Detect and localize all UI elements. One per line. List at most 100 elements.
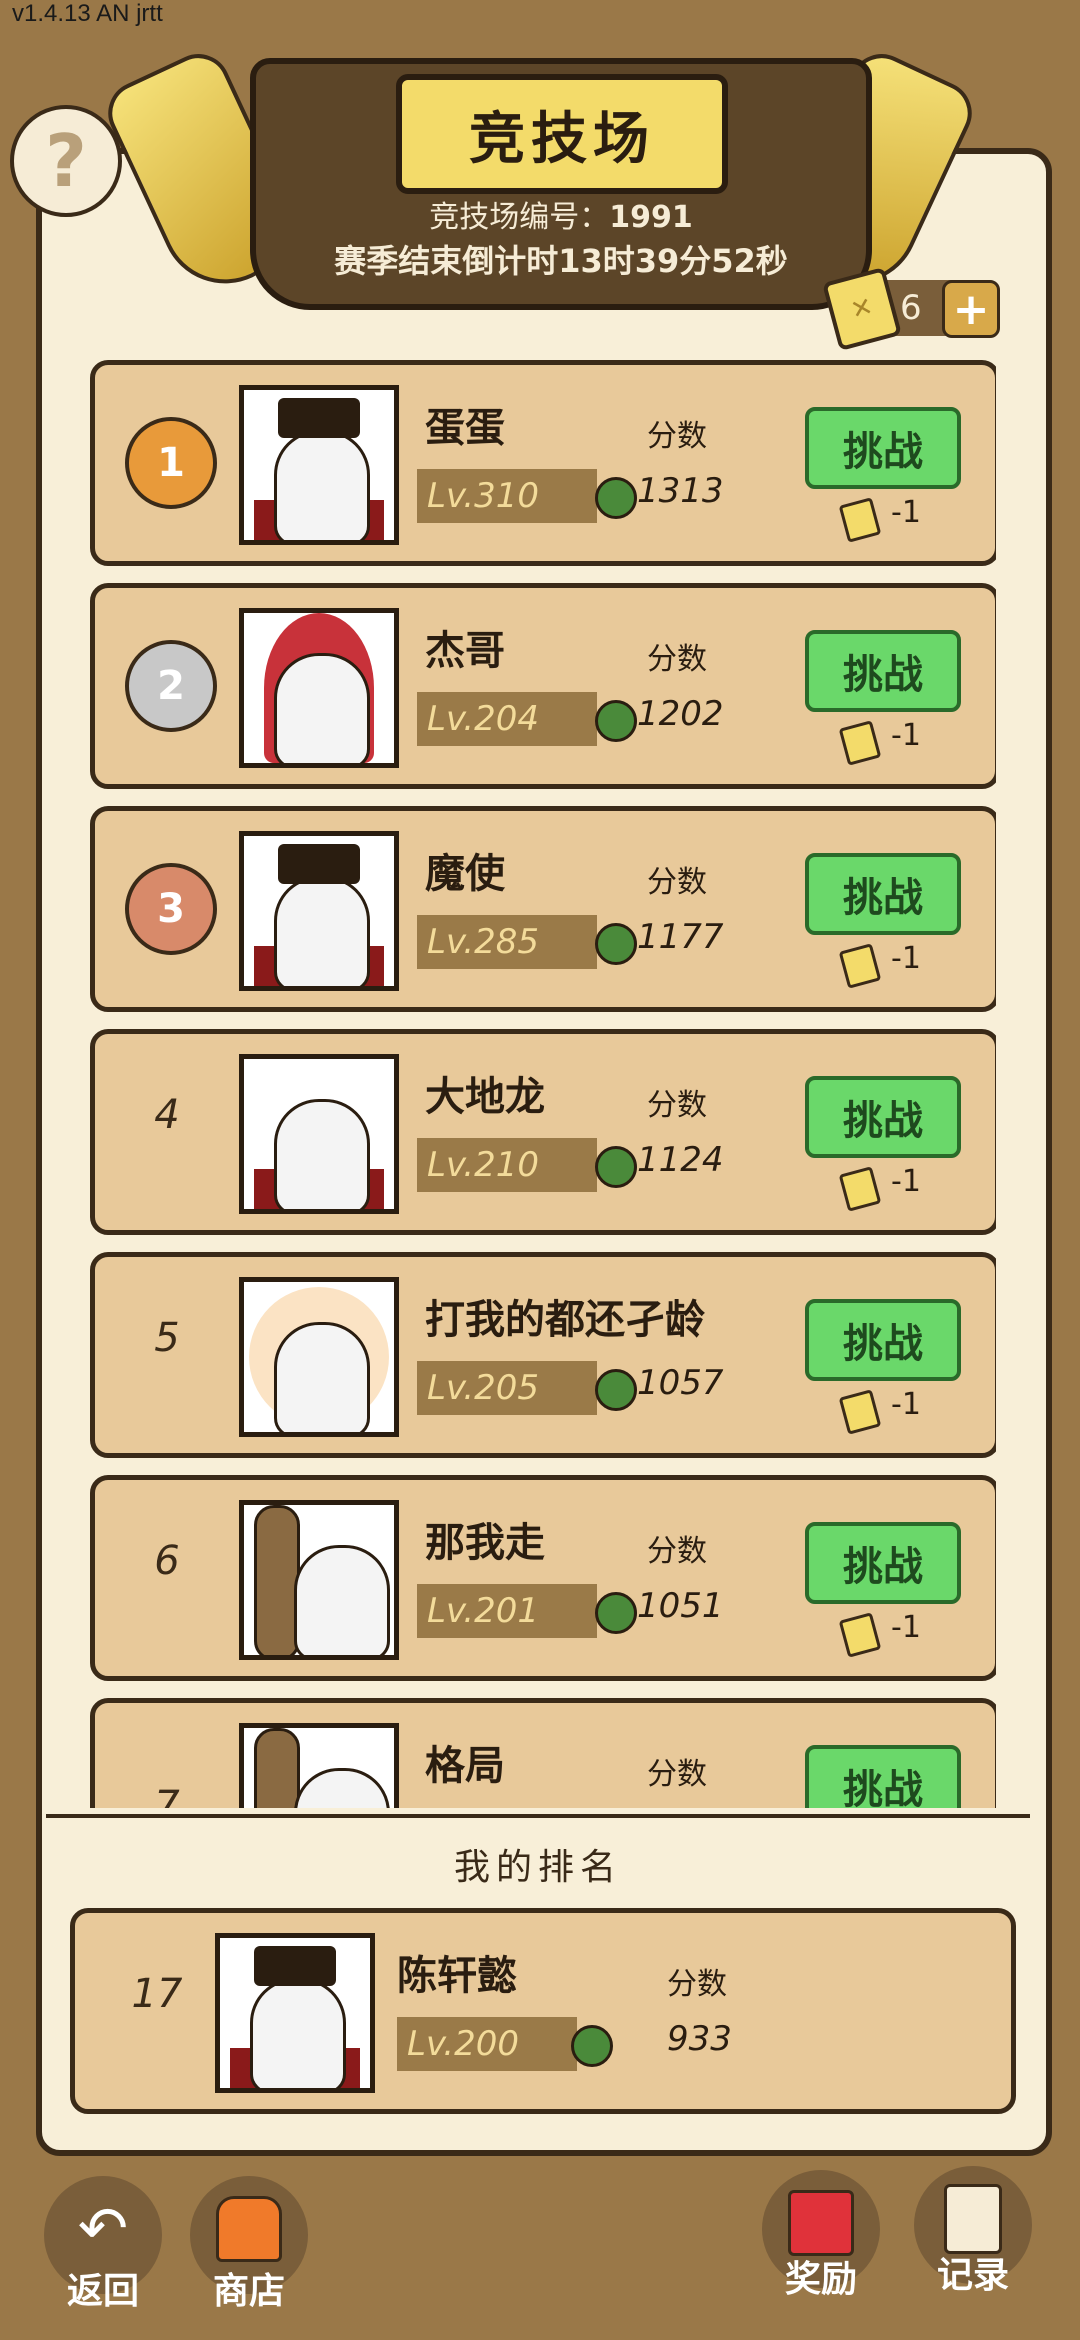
- coin-icon: [595, 1592, 637, 1634]
- gold-medal-icon: 1: [125, 417, 217, 509]
- ticket-cost: -1: [891, 718, 921, 753]
- silver-medal-icon: 2: [125, 640, 217, 732]
- avatar: [239, 831, 399, 991]
- clipboard-icon: [938, 2184, 1008, 2254]
- player-name: 大地龙: [425, 1074, 545, 1120]
- back-label: 返回: [66, 2271, 139, 2312]
- back-button[interactable]: ↶ 返回: [44, 2176, 162, 2312]
- avatar: [239, 385, 399, 545]
- record-label: 记录: [936, 2255, 1009, 2296]
- season-countdown: 赛季结束倒计时13时39分52秒: [334, 242, 788, 280]
- ranking-list[interactable]: 1 蛋蛋 Lv.310 分数 1313 挑战 -1 2 杰哥 Lv.204 分数…: [90, 360, 996, 1808]
- shop-button[interactable]: 商店: [190, 2176, 308, 2312]
- ticket-cost: -1: [891, 941, 921, 976]
- challenge-button[interactable]: 挑战: [805, 1745, 961, 1808]
- ticket-icon: [838, 1612, 882, 1658]
- avatar: [239, 1054, 399, 1214]
- ticket-icon: [838, 497, 882, 543]
- challenge-button[interactable]: 挑战: [805, 1299, 961, 1381]
- avatar: [215, 1933, 375, 2093]
- coin-icon: [595, 923, 637, 965]
- challenge-button[interactable]: 挑战: [805, 407, 961, 489]
- score-label: 分数: [667, 1967, 727, 2002]
- player-level: Lv.200: [397, 2017, 577, 2071]
- player-level: Lv.201: [417, 1584, 597, 1638]
- rank-number: 6: [154, 1538, 180, 1584]
- player-score: 1051: [637, 1586, 724, 1626]
- player-name: 打我的都还孑龄: [425, 1297, 705, 1343]
- player-name: 杰哥: [425, 628, 505, 674]
- help-button[interactable]: ?: [10, 105, 122, 217]
- score-label: 分数: [647, 1757, 707, 1792]
- my-ranking-title: 我的排名: [453, 1847, 622, 1888]
- avatar: [239, 608, 399, 768]
- ranking-row: 6 那我走 Lv.201 分数 1051 挑战 -1: [90, 1475, 996, 1681]
- ticket-cost: -1: [891, 495, 921, 530]
- ticket-cost: -1: [891, 1610, 921, 1645]
- ticket-counter: ✕ 6 +: [822, 266, 1000, 352]
- player-level: Lv.285: [417, 915, 597, 969]
- my-ranking-row: 17 陈轩懿 Lv.200 分数 933: [70, 1908, 1016, 2114]
- ticket-icon: [838, 943, 882, 989]
- reward-button[interactable]: 奖励: [762, 2170, 880, 2300]
- ticket-cost: -1: [891, 1387, 921, 1422]
- back-arrow-icon: ↶: [77, 2194, 129, 2264]
- player-score: 1313: [637, 471, 724, 511]
- challenge-button[interactable]: 挑战: [805, 853, 961, 935]
- player-score: 933: [667, 2019, 732, 2059]
- challenge-button[interactable]: 挑战: [805, 1522, 961, 1604]
- player-name: 格局: [425, 1743, 505, 1789]
- ticket-icon: [838, 720, 882, 766]
- arena-id-value: 1991: [609, 200, 693, 235]
- coin-icon: [571, 2025, 613, 2067]
- page-title: 竞技场: [396, 74, 728, 194]
- version-label: v1.4.13 AN jrtt: [12, 0, 163, 27]
- avatar: [239, 1723, 399, 1808]
- help-icon: ?: [45, 119, 87, 203]
- add-tickets-button[interactable]: +: [942, 280, 1000, 338]
- coin-icon: [595, 700, 637, 742]
- rank-number: 7: [154, 1783, 180, 1808]
- player-score: 1057: [637, 1363, 724, 1403]
- gift-icon: [786, 2188, 856, 2258]
- player-score: 1124: [637, 1140, 724, 1180]
- score-label: 分数: [647, 865, 707, 900]
- arena-header: 竞技场 竞技场编号：1991 赛季结束倒计时13时39分52秒: [250, 58, 872, 310]
- player-name: 蛋蛋: [425, 405, 505, 451]
- coin-icon: [595, 1369, 637, 1411]
- ranking-row: 1 蛋蛋 Lv.310 分数 1313 挑战 -1: [90, 360, 996, 566]
- player-level: Lv.210: [417, 1138, 597, 1192]
- ranking-row: 3 魔使 Lv.285 分数 1177 挑战 -1: [90, 806, 996, 1012]
- shop-icon: [214, 2194, 284, 2264]
- shop-label: 商店: [212, 2271, 285, 2312]
- ticket-cost: -1: [891, 1164, 921, 1199]
- coin-icon: [595, 477, 637, 519]
- score-label: 分数: [647, 642, 707, 677]
- ranking-row: 2 杰哥 Lv.204 分数 1202 挑战 -1: [90, 583, 996, 789]
- ticket-icon: [838, 1166, 882, 1212]
- player-score: 1177: [637, 917, 724, 957]
- reward-label: 奖励: [784, 2259, 857, 2300]
- player-name: 魔使: [425, 851, 505, 897]
- arena-id-label: 竞技场编号：: [429, 200, 610, 235]
- player-score: 1202: [637, 694, 724, 734]
- challenge-button[interactable]: 挑战: [805, 1076, 961, 1158]
- score-label: 分数: [647, 419, 707, 454]
- avatar: [239, 1277, 399, 1437]
- player-level: Lv.310: [417, 469, 597, 523]
- ranking-row: 4 大地龙 Lv.210 分数 1124 挑战 -1: [90, 1029, 996, 1235]
- score-label: 分数: [647, 1088, 707, 1123]
- rank-number: 5: [154, 1315, 180, 1361]
- record-button[interactable]: 记录: [914, 2166, 1032, 2296]
- score-label: 分数: [647, 1534, 707, 1569]
- player-name: 那我走: [425, 1520, 545, 1566]
- player-level: Lv.204: [417, 692, 597, 746]
- challenge-button[interactable]: 挑战: [805, 630, 961, 712]
- ranking-row: 7 格局 分数 挑战: [90, 1698, 996, 1808]
- coin-icon: [595, 1146, 637, 1188]
- player-level: Lv.205: [417, 1361, 597, 1415]
- avatar: [239, 1500, 399, 1660]
- bronze-medal-icon: 3: [125, 863, 217, 955]
- ticket-count: 6: [900, 288, 922, 328]
- rank-number: 4: [154, 1092, 180, 1138]
